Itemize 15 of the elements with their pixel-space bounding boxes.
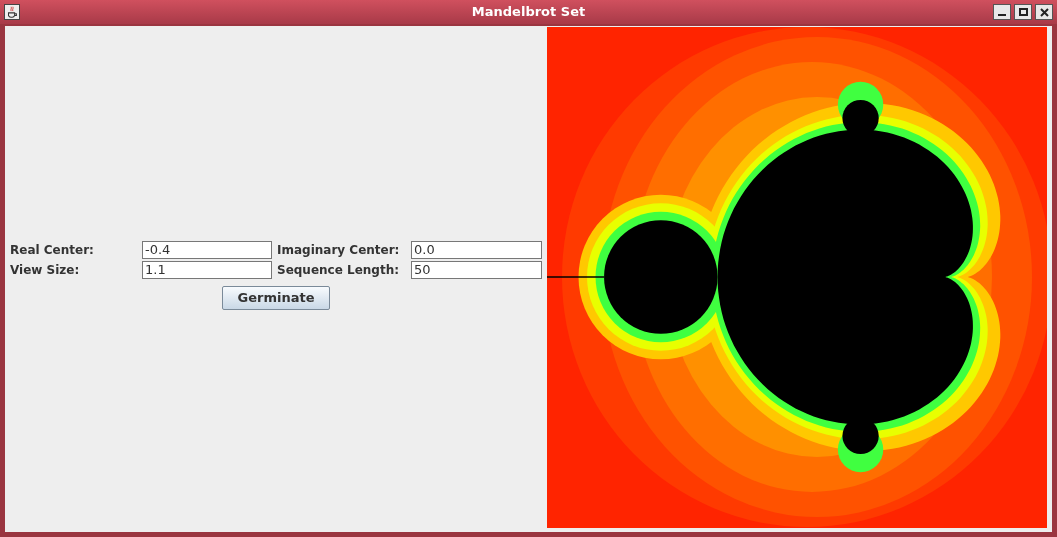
input-field[interactable]: -0.4 xyxy=(142,240,272,259)
minimize-button[interactable] xyxy=(993,4,1011,20)
input-field[interactable]: 1.1 xyxy=(142,260,272,279)
input-field[interactable]: 50 xyxy=(411,260,542,279)
maximize-button[interactable] xyxy=(1014,4,1032,20)
input-field[interactable]: 0.0 xyxy=(411,240,542,259)
window-title: Mandelbrot Set xyxy=(471,3,586,22)
germinate-button[interactable]: Germinate xyxy=(222,285,330,310)
close-icon xyxy=(1039,7,1049,17)
field-label: View Size: xyxy=(10,261,81,279)
field-label: Real Center: xyxy=(10,241,95,259)
java-cup-icon xyxy=(4,4,20,20)
close-button[interactable] xyxy=(1035,4,1053,20)
field-label: Sequence Length: xyxy=(276,261,401,279)
field-label: Imaginary Center: xyxy=(276,241,401,259)
